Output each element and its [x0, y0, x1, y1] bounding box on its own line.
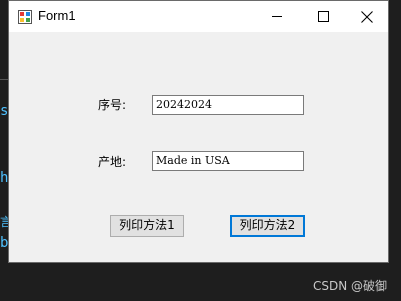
minimize-button[interactable] — [254, 1, 300, 32]
close-button[interactable] — [344, 1, 390, 32]
minimize-icon — [272, 16, 282, 17]
app-icon — [18, 9, 32, 24]
title-bar[interactable]: Form1 — [9, 1, 388, 32]
maximize-button[interactable] — [300, 1, 346, 32]
window-title: Form1 — [38, 8, 76, 23]
close-icon — [361, 10, 373, 23]
bg-divider — [0, 79, 8, 80]
form-window: Form1 序号: 20242024 产地: Made in USA 列印方法1… — [8, 0, 389, 263]
serial-label: 序号: — [98, 98, 127, 112]
origin-label: 产地: — [98, 155, 127, 169]
serial-input[interactable]: 20242024 — [152, 95, 304, 115]
print-method-1-button[interactable]: 列印方法1 — [110, 215, 184, 237]
maximize-icon — [317, 11, 329, 22]
watermark: CSDN @破御 — [312, 279, 387, 293]
print-method-2-button[interactable]: 列印方法2 — [230, 215, 305, 237]
origin-input[interactable]: Made in USA — [152, 151, 304, 171]
